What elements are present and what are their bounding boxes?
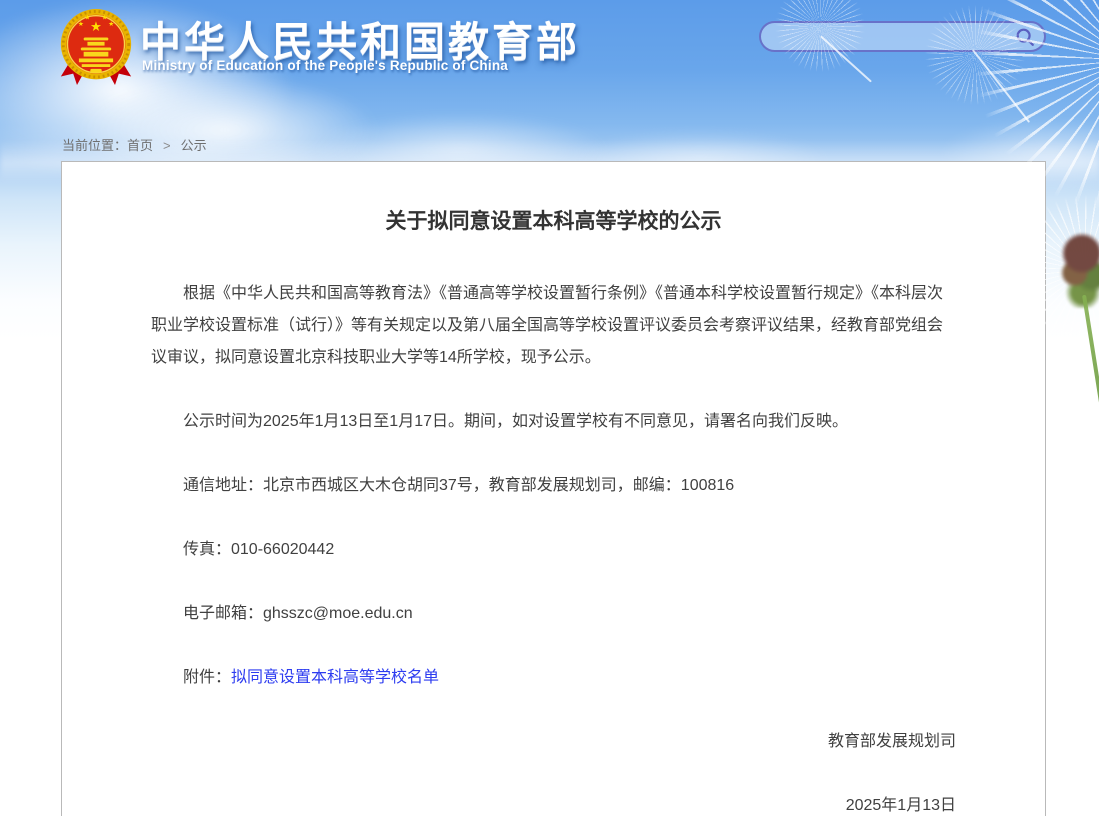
attachment-link[interactable]: 拟同意设置本科高等学校名单 <box>231 669 439 686</box>
article-paragraph: 公示时间为2025年1月13日至1月17日。期间，如对设置学校有不同意见，请署名… <box>151 406 956 438</box>
article-attachment-line: 附件：拟同意设置本科高等学校名单 <box>151 662 956 694</box>
article-date: 2025年1月13日 <box>151 790 956 816</box>
svg-text:★: ★ <box>90 20 102 35</box>
article-paragraph-address: 通信地址：北京市西城区大木仓胡同37号，教育部发展规划司，邮编：100816 <box>151 470 956 502</box>
article-paragraph-fax: 传真：010-66020442 <box>151 534 956 566</box>
attachment-label: 附件： <box>183 669 231 686</box>
search-input[interactable] <box>775 28 1012 46</box>
article-paragraph: 根据《中华人民共和国高等教育法》《普通高等学校设置暂行条例》《普通本科学校设置暂… <box>151 278 956 374</box>
breadcrumb-link-gongshi[interactable]: 公示 <box>181 138 207 153</box>
search-button[interactable] <box>1012 26 1038 48</box>
breadcrumb-prefix: 当前位置： <box>62 138 127 153</box>
china-national-emblem-icon: ★ ★ ★ ★ ★ <box>58 6 134 90</box>
article-title: 关于拟同意设置本科高等学校的公示 <box>151 208 956 236</box>
breadcrumb: 当前位置：首页 > 公示 <box>62 135 207 154</box>
national-emblem-logo[interactable]: ★ ★ ★ ★ ★ <box>58 6 134 95</box>
svg-text:★: ★ <box>102 14 108 22</box>
svg-text:★: ★ <box>78 20 84 28</box>
breadcrumb-link-home[interactable]: 首页 <box>127 138 153 153</box>
search-bar <box>759 21 1046 52</box>
article-card: 关于拟同意设置本科高等学校的公示 根据《中华人民共和国高等教育法》《普通高等学校… <box>61 161 1046 816</box>
site-title-english: Ministry of Education of the People's Re… <box>142 58 508 73</box>
dandelion-seed <box>925 5 1025 105</box>
moe-homepage: ★ ★ ★ ★ ★ 中华人民共和国教育部 Ministry of Educati… <box>0 0 1099 816</box>
dandelion-seed-strand <box>972 49 1030 123</box>
svg-text:★: ★ <box>84 14 90 22</box>
dandelion-head <box>1052 230 1099 308</box>
breadcrumb-separator: > <box>163 138 171 153</box>
article-paragraph-email: 电子邮箱：ghsszc@moe.edu.cn <box>151 598 956 630</box>
dandelion-stem <box>1082 295 1099 464</box>
svg-text:★: ★ <box>108 20 114 28</box>
magnifier-icon <box>1014 26 1036 48</box>
article-signature: 教育部发展规划司 <box>151 726 956 758</box>
